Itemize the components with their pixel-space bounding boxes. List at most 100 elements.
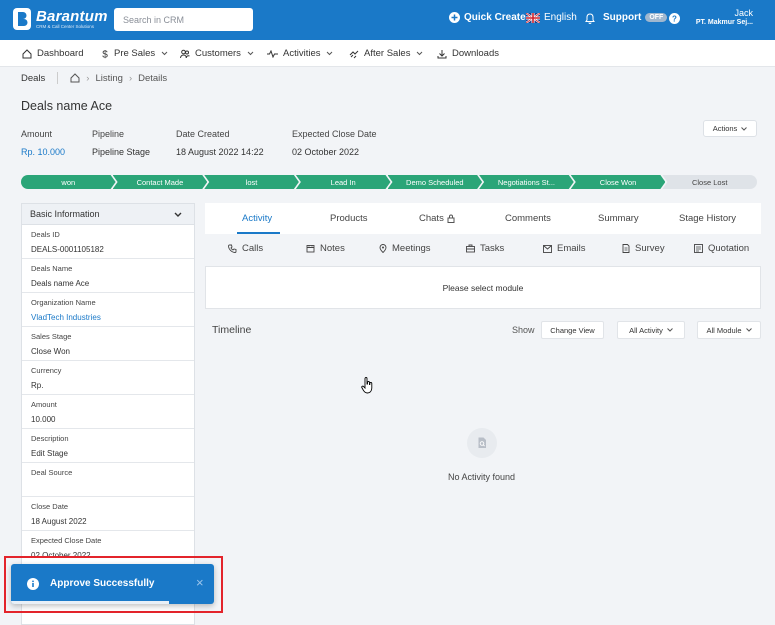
nav-dashboard-label: Dashboard bbox=[37, 48, 84, 59]
field-description: Description Edit Stage bbox=[22, 429, 194, 463]
nav-after-sales-label: After Sales bbox=[364, 48, 411, 59]
subtab-notes[interactable]: Notes bbox=[306, 243, 345, 254]
nav-after-sales[interactable]: After Sales bbox=[349, 48, 423, 59]
field-deals-name: Deals Name Deals name Ace bbox=[22, 259, 194, 293]
tab-products[interactable]: Products bbox=[330, 213, 368, 224]
breadcrumb-divider bbox=[57, 72, 59, 84]
stage-close-lost[interactable]: Close Lost bbox=[662, 175, 757, 189]
quick-create-button[interactable]: Quick Create bbox=[449, 12, 526, 23]
all-activity-label: All Activity bbox=[629, 325, 663, 335]
nav-dashboard[interactable]: Dashboard bbox=[22, 48, 83, 59]
support-status-badge: OFF bbox=[645, 13, 668, 22]
subtab-tasks[interactable]: Tasks bbox=[466, 243, 504, 254]
field-value: Deals name Ace bbox=[31, 279, 90, 288]
nav-downloads[interactable]: Downloads bbox=[437, 48, 499, 59]
tab-summary[interactable]: Summary bbox=[598, 213, 639, 224]
stage-demo-scheduled[interactable]: Demo Scheduled bbox=[388, 175, 483, 189]
svg-text:?: ? bbox=[672, 14, 677, 23]
field-label: Deals ID bbox=[31, 230, 60, 239]
field-label: Description bbox=[31, 434, 69, 443]
organization-link[interactable]: VladTech Industries bbox=[31, 313, 185, 322]
stage-lost[interactable]: lost bbox=[204, 175, 299, 189]
subtab-quotation[interactable]: Quotation bbox=[694, 243, 749, 254]
expected-close-label: Expected Close Date bbox=[292, 129, 377, 139]
tab-comments[interactable]: Comments bbox=[505, 213, 551, 224]
all-activity-dropdown[interactable]: All Activity bbox=[617, 321, 685, 339]
uk-flag-icon bbox=[526, 12, 540, 23]
field-label: Expected Close Date bbox=[31, 536, 102, 545]
stage-close-won[interactable]: Close Won bbox=[571, 175, 666, 189]
timeline-title: Timeline bbox=[212, 324, 252, 336]
pipeline-value: Pipeline Stage bbox=[92, 147, 151, 157]
notifications-button[interactable] bbox=[585, 13, 599, 24]
subtab-quotation-label: Quotation bbox=[708, 243, 750, 254]
support-toggle[interactable]: Support OFF bbox=[603, 12, 668, 23]
stage-contact-made[interactable]: Contact Made bbox=[113, 175, 208, 189]
field-label: Amount bbox=[31, 400, 57, 409]
tab-activity[interactable]: Activity bbox=[242, 213, 272, 224]
download-icon bbox=[437, 49, 447, 58]
change-view-button[interactable]: Change View bbox=[541, 321, 604, 339]
tab-chats[interactable]: Chats bbox=[419, 213, 455, 224]
breadcrumb-separator: › bbox=[86, 72, 90, 84]
toast-close-button[interactable]: × bbox=[196, 576, 204, 589]
nav-pre-sales[interactable]: $ Pre Sales bbox=[101, 48, 168, 59]
subtab-notes-label: Notes bbox=[320, 243, 345, 254]
subtab-calls-label: Calls bbox=[242, 243, 264, 254]
quotation-icon bbox=[694, 244, 703, 253]
help-button[interactable]: ? bbox=[669, 13, 684, 24]
svg-text:$: $ bbox=[102, 49, 108, 59]
stage-progress-bar: won Contact Made lost Lead In Demo Sched… bbox=[21, 175, 757, 189]
field-label: Close Date bbox=[31, 502, 69, 511]
field-label: Deals Name bbox=[31, 264, 73, 273]
subtab-emails[interactable]: Emails bbox=[543, 243, 586, 254]
field-organization-name: Organization Name VladTech Industries bbox=[22, 293, 194, 327]
chevron-down-icon bbox=[174, 212, 182, 217]
breadcrumb-listing[interactable]: Listing bbox=[95, 73, 122, 84]
logo[interactable]: Barantum CRM & Call Center Solutions bbox=[12, 7, 108, 31]
amount-value[interactable]: Rp. 10.000 bbox=[21, 147, 65, 157]
actions-button[interactable]: Actions bbox=[703, 120, 757, 137]
nav-downloads-label: Downloads bbox=[452, 48, 499, 59]
date-created-label: Date Created bbox=[176, 129, 230, 139]
stage-lead-in[interactable]: Lead In bbox=[296, 175, 391, 189]
tab-stage-history[interactable]: Stage History bbox=[679, 213, 736, 224]
basic-information-header[interactable]: Basic Information bbox=[22, 204, 194, 225]
nav-customers[interactable]: Customers bbox=[180, 48, 254, 59]
chevron-down-icon bbox=[247, 51, 254, 56]
language-selector[interactable]: English bbox=[526, 12, 577, 23]
handshake-icon bbox=[349, 50, 359, 58]
subtab-calls[interactable]: Calls bbox=[228, 243, 263, 254]
tab-chats-label: Chats bbox=[419, 213, 444, 224]
pipeline-label: Pipeline bbox=[92, 129, 125, 139]
search-input[interactable] bbox=[114, 8, 253, 31]
all-module-dropdown[interactable]: All Module bbox=[697, 321, 761, 339]
field-deals-id: Deals ID DEALS-0001105182 bbox=[22, 225, 194, 259]
field-label: Currency bbox=[31, 366, 62, 375]
hand-cursor-icon bbox=[361, 377, 373, 394]
briefcase-icon bbox=[466, 244, 475, 253]
language-label: English bbox=[544, 12, 577, 23]
subtab-survey[interactable]: Survey bbox=[622, 243, 665, 254]
field-currency: Currency Rp. bbox=[22, 361, 194, 395]
nav-activities[interactable]: Activities bbox=[267, 48, 333, 59]
location-pin-icon bbox=[379, 244, 387, 253]
stage-negotiations[interactable]: Negotiations St... bbox=[479, 175, 574, 189]
field-value: DEALS-0001105182 bbox=[31, 245, 104, 254]
home-icon[interactable] bbox=[70, 73, 80, 83]
field-amount: Amount 10.000 bbox=[22, 395, 194, 429]
field-label: Deal Source bbox=[31, 468, 73, 477]
subtab-meetings[interactable]: Meetings bbox=[379, 243, 431, 254]
help-icon: ? bbox=[669, 13, 680, 24]
subtab-emails-label: Emails bbox=[557, 243, 586, 254]
stage-won[interactable]: won bbox=[21, 175, 116, 189]
module-message: Please select module bbox=[442, 282, 524, 293]
breadcrumb-root: Deals bbox=[21, 72, 46, 84]
nav-activities-label: Activities bbox=[283, 48, 321, 59]
toast-message: Approve Successfully bbox=[50, 578, 155, 589]
email-icon bbox=[543, 244, 552, 253]
user-menu[interactable]: Jack PT. Makmur Sej... bbox=[696, 8, 753, 27]
lock-icon bbox=[447, 214, 455, 223]
success-toast: Approve Successfully × bbox=[11, 564, 214, 604]
subtab-meetings-label: Meetings bbox=[392, 243, 431, 254]
